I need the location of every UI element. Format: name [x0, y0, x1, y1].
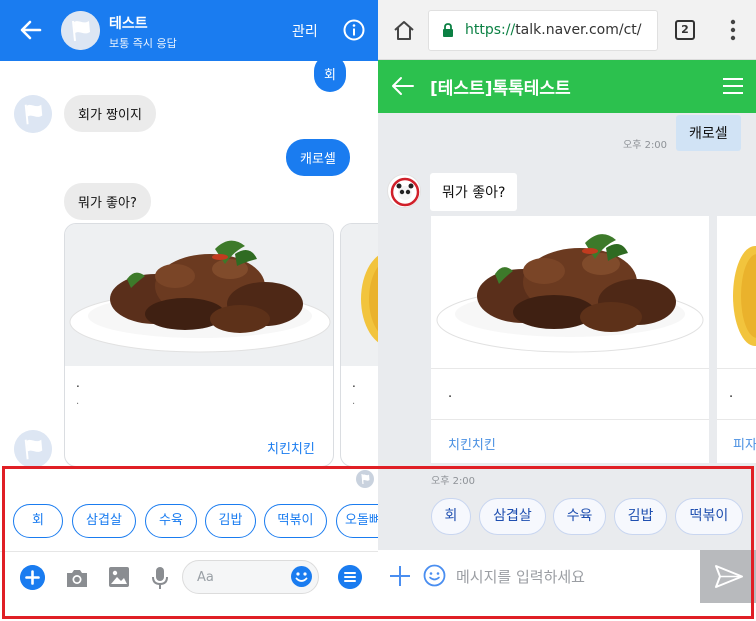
message-list[interactable]: 회 회가 짱이지 캐로셀 뭐가 좋아? . . 치킨치킨 . .: [0, 61, 378, 468]
quick-reply-chip[interactable]: 오돌뼈: [336, 504, 378, 538]
message-bubble-incoming: 뭐가 좋아?: [430, 173, 518, 211]
messenger-panel: 테스트 보통 즉시 응답 관리 회 회가 짱이지 캐로셀 뭐가 좋아? . . …: [0, 0, 378, 621]
send-button[interactable]: [700, 550, 756, 603]
plus-icon[interactable]: [390, 566, 410, 586]
url-text: https://talk.naver.com/ct/: [465, 22, 642, 38]
divider: [717, 419, 756, 420]
chicken-image: [431, 216, 709, 368]
message-bubble-outgoing: 회: [314, 61, 346, 92]
info-icon[interactable]: [343, 19, 365, 41]
quick-reply-chip[interactable]: 수육: [145, 504, 197, 538]
flag-icon: [14, 95, 52, 133]
chicken-image: [65, 224, 333, 366]
chat-title: [테스트]톡톡테스트: [430, 79, 571, 99]
microphone-icon[interactable]: [150, 566, 170, 590]
url-scheme: https://: [465, 22, 516, 38]
plus-icon[interactable]: [20, 565, 45, 590]
quick-reply-chip[interactable]: 김밥: [205, 504, 256, 538]
url-host: talk.naver.com/ct/: [515, 22, 642, 38]
tab-count-button[interactable]: 2: [675, 20, 695, 40]
composer-area: [0, 468, 378, 621]
carousel-card[interactable]: . .: [340, 223, 378, 467]
manage-button[interactable]: 관리: [292, 21, 318, 41]
bot-avatar: [387, 174, 421, 208]
carousel-card[interactable]: . 치킨치킨: [431, 216, 709, 463]
carousel-card[interactable]: . 피자: [717, 216, 756, 463]
card-description: .: [76, 396, 80, 407]
card-link-button[interactable]: 치킨치킨: [448, 434, 496, 453]
arrow-left-icon[interactable]: [18, 17, 44, 43]
food-image: [717, 216, 756, 368]
message-time: 오후 2:00: [431, 476, 476, 487]
address-bar[interactable]: https://talk.naver.com/ct/: [428, 10, 658, 51]
response-status: 보통 즉시 응답: [109, 37, 177, 50]
card-title: .: [448, 386, 453, 401]
message-input-placeholder: Aa: [197, 570, 214, 585]
quick-reply-chip[interactable]: 떡볶이: [264, 504, 327, 538]
carousel-card[interactable]: . . 치킨치킨: [64, 223, 334, 467]
message-bubble-incoming: 회가 짱이지: [64, 95, 156, 132]
arrow-left-icon[interactable]: [390, 73, 416, 99]
flag-icon: [61, 11, 100, 50]
quick-reply-chip[interactable]: 삼겹살: [72, 504, 136, 538]
food-image: [341, 224, 378, 366]
message-bubble-outgoing: 캐로셀: [676, 115, 741, 151]
panda-icon: [389, 176, 420, 207]
card-title: .: [352, 376, 356, 390]
avatar: [14, 430, 52, 468]
quick-reply-chip[interactable]: 떡볶이: [675, 498, 743, 535]
smile-icon[interactable]: [290, 565, 313, 588]
send-icon: [715, 565, 743, 588]
lock-icon: [443, 23, 453, 37]
card-link-button[interactable]: 치킨치킨: [267, 438, 315, 457]
messenger-header: 테스트 보통 즉시 응답 관리: [0, 0, 378, 61]
card-title: .: [76, 376, 80, 390]
quick-reply-chip[interactable]: 삼겹살: [479, 498, 546, 535]
camera-icon[interactable]: [65, 567, 89, 589]
image-icon[interactable]: [108, 566, 130, 588]
card-link-button[interactable]: 피자: [733, 434, 756, 453]
divider: [717, 368, 756, 369]
menu-icon[interactable]: [338, 565, 362, 589]
message-input[interactable]: 메시지를 입력하세요: [456, 566, 585, 587]
avatar: [14, 95, 52, 133]
more-vertical-icon[interactable]: [730, 18, 736, 42]
message-bubble-outgoing: 캐로셀: [286, 139, 350, 176]
message-bubble-incoming: 뭐가 좋아?: [64, 183, 151, 220]
browser-toolbar: https://talk.naver.com/ct/ 2: [378, 0, 756, 60]
quick-reply-chip[interactable]: 회: [431, 498, 471, 535]
flag-icon: [361, 473, 370, 485]
quick-reply-chip[interactable]: 수육: [553, 498, 606, 535]
seen-avatar: [356, 470, 374, 488]
flag-icon: [14, 430, 52, 468]
conversation-title: 테스트: [109, 16, 148, 32]
quick-reply-chip[interactable]: 회: [13, 504, 63, 538]
home-icon[interactable]: [393, 19, 415, 41]
quick-reply-chip[interactable]: 김밥: [614, 498, 667, 535]
avatar[interactable]: [61, 11, 100, 50]
divider: [431, 368, 709, 369]
naver-talk-panel: https://talk.naver.com/ct/ 2 [테스트]톡톡테스트 …: [378, 0, 756, 621]
message-time: 오후 2:00: [623, 140, 668, 151]
card-description: .: [352, 396, 356, 407]
divider: [0, 551, 378, 552]
composer-area: 메시지를 입력하세요: [378, 550, 756, 621]
card-title: .: [729, 386, 734, 401]
smile-icon[interactable]: [423, 564, 446, 587]
naver-header: [테스트]톡톡테스트: [378, 60, 756, 113]
hamburger-icon[interactable]: [722, 76, 744, 96]
divider: [431, 419, 709, 420]
